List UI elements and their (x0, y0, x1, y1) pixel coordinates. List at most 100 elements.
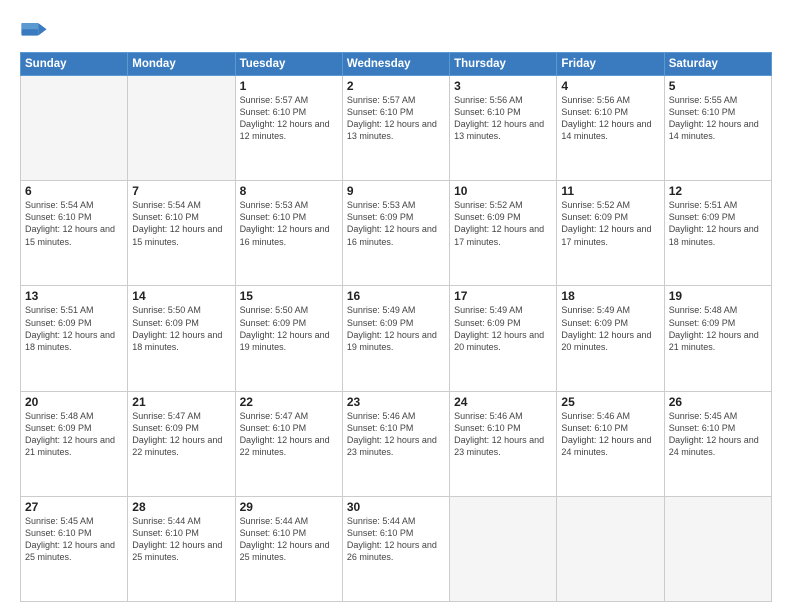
calendar-cell: 8Sunrise: 5:53 AM Sunset: 6:10 PM Daylig… (235, 181, 342, 286)
day-number: 16 (347, 289, 445, 303)
day-number: 2 (347, 79, 445, 93)
calendar-cell: 2Sunrise: 5:57 AM Sunset: 6:10 PM Daylig… (342, 76, 449, 181)
calendar-cell (664, 496, 771, 601)
logo (20, 16, 52, 44)
day-info: Sunrise: 5:47 AM Sunset: 6:10 PM Dayligh… (240, 410, 338, 459)
day-info: Sunrise: 5:54 AM Sunset: 6:10 PM Dayligh… (25, 199, 123, 248)
day-info: Sunrise: 5:54 AM Sunset: 6:10 PM Dayligh… (132, 199, 230, 248)
calendar-cell: 13Sunrise: 5:51 AM Sunset: 6:09 PM Dayli… (21, 286, 128, 391)
day-number: 18 (561, 289, 659, 303)
day-number: 11 (561, 184, 659, 198)
calendar-cell: 18Sunrise: 5:49 AM Sunset: 6:09 PM Dayli… (557, 286, 664, 391)
day-number: 19 (669, 289, 767, 303)
calendar-cell: 27Sunrise: 5:45 AM Sunset: 6:10 PM Dayli… (21, 496, 128, 601)
day-info: Sunrise: 5:48 AM Sunset: 6:09 PM Dayligh… (669, 304, 767, 353)
day-info: Sunrise: 5:44 AM Sunset: 6:10 PM Dayligh… (240, 515, 338, 564)
day-info: Sunrise: 5:44 AM Sunset: 6:10 PM Dayligh… (347, 515, 445, 564)
day-number: 17 (454, 289, 552, 303)
calendar-cell: 30Sunrise: 5:44 AM Sunset: 6:10 PM Dayli… (342, 496, 449, 601)
col-header-thursday: Thursday (450, 53, 557, 76)
calendar-cell: 11Sunrise: 5:52 AM Sunset: 6:09 PM Dayli… (557, 181, 664, 286)
page: SundayMondayTuesdayWednesdayThursdayFrid… (0, 0, 792, 612)
col-header-tuesday: Tuesday (235, 53, 342, 76)
day-number: 5 (669, 79, 767, 93)
calendar-cell (21, 76, 128, 181)
day-info: Sunrise: 5:52 AM Sunset: 6:09 PM Dayligh… (561, 199, 659, 248)
week-row-4: 27Sunrise: 5:45 AM Sunset: 6:10 PM Dayli… (21, 496, 772, 601)
calendar-cell: 23Sunrise: 5:46 AM Sunset: 6:10 PM Dayli… (342, 391, 449, 496)
calendar-cell (450, 496, 557, 601)
day-number: 28 (132, 500, 230, 514)
day-info: Sunrise: 5:53 AM Sunset: 6:09 PM Dayligh… (347, 199, 445, 248)
day-number: 25 (561, 395, 659, 409)
header (20, 16, 772, 44)
logo-icon (20, 16, 48, 44)
day-info: Sunrise: 5:50 AM Sunset: 6:09 PM Dayligh… (132, 304, 230, 353)
col-header-sunday: Sunday (21, 53, 128, 76)
calendar-cell: 1Sunrise: 5:57 AM Sunset: 6:10 PM Daylig… (235, 76, 342, 181)
day-number: 20 (25, 395, 123, 409)
calendar-cell: 15Sunrise: 5:50 AM Sunset: 6:09 PM Dayli… (235, 286, 342, 391)
calendar-cell: 28Sunrise: 5:44 AM Sunset: 6:10 PM Dayli… (128, 496, 235, 601)
calendar-cell: 19Sunrise: 5:48 AM Sunset: 6:09 PM Dayli… (664, 286, 771, 391)
calendar-cell: 12Sunrise: 5:51 AM Sunset: 6:09 PM Dayli… (664, 181, 771, 286)
calendar-cell: 25Sunrise: 5:46 AM Sunset: 6:10 PM Dayli… (557, 391, 664, 496)
calendar: SundayMondayTuesdayWednesdayThursdayFrid… (20, 52, 772, 602)
calendar-cell: 17Sunrise: 5:49 AM Sunset: 6:09 PM Dayli… (450, 286, 557, 391)
day-info: Sunrise: 5:49 AM Sunset: 6:09 PM Dayligh… (347, 304, 445, 353)
day-number: 26 (669, 395, 767, 409)
col-header-friday: Friday (557, 53, 664, 76)
day-number: 22 (240, 395, 338, 409)
calendar-cell: 6Sunrise: 5:54 AM Sunset: 6:10 PM Daylig… (21, 181, 128, 286)
day-number: 14 (132, 289, 230, 303)
calendar-cell: 14Sunrise: 5:50 AM Sunset: 6:09 PM Dayli… (128, 286, 235, 391)
calendar-cell: 21Sunrise: 5:47 AM Sunset: 6:09 PM Dayli… (128, 391, 235, 496)
day-number: 29 (240, 500, 338, 514)
day-info: Sunrise: 5:45 AM Sunset: 6:10 PM Dayligh… (669, 410, 767, 459)
day-number: 6 (25, 184, 123, 198)
col-header-saturday: Saturday (664, 53, 771, 76)
day-info: Sunrise: 5:44 AM Sunset: 6:10 PM Dayligh… (132, 515, 230, 564)
day-info: Sunrise: 5:50 AM Sunset: 6:09 PM Dayligh… (240, 304, 338, 353)
week-row-3: 20Sunrise: 5:48 AM Sunset: 6:09 PM Dayli… (21, 391, 772, 496)
day-info: Sunrise: 5:46 AM Sunset: 6:10 PM Dayligh… (347, 410, 445, 459)
calendar-cell: 22Sunrise: 5:47 AM Sunset: 6:10 PM Dayli… (235, 391, 342, 496)
calendar-cell: 3Sunrise: 5:56 AM Sunset: 6:10 PM Daylig… (450, 76, 557, 181)
day-info: Sunrise: 5:46 AM Sunset: 6:10 PM Dayligh… (454, 410, 552, 459)
day-number: 4 (561, 79, 659, 93)
day-number: 24 (454, 395, 552, 409)
day-info: Sunrise: 5:45 AM Sunset: 6:10 PM Dayligh… (25, 515, 123, 564)
col-header-monday: Monday (128, 53, 235, 76)
day-number: 10 (454, 184, 552, 198)
day-info: Sunrise: 5:49 AM Sunset: 6:09 PM Dayligh… (561, 304, 659, 353)
day-info: Sunrise: 5:55 AM Sunset: 6:10 PM Dayligh… (669, 94, 767, 143)
calendar-cell: 7Sunrise: 5:54 AM Sunset: 6:10 PM Daylig… (128, 181, 235, 286)
day-info: Sunrise: 5:56 AM Sunset: 6:10 PM Dayligh… (454, 94, 552, 143)
day-info: Sunrise: 5:48 AM Sunset: 6:09 PM Dayligh… (25, 410, 123, 459)
day-number: 15 (240, 289, 338, 303)
day-info: Sunrise: 5:49 AM Sunset: 6:09 PM Dayligh… (454, 304, 552, 353)
week-row-2: 13Sunrise: 5:51 AM Sunset: 6:09 PM Dayli… (21, 286, 772, 391)
calendar-cell: 9Sunrise: 5:53 AM Sunset: 6:09 PM Daylig… (342, 181, 449, 286)
week-row-1: 6Sunrise: 5:54 AM Sunset: 6:10 PM Daylig… (21, 181, 772, 286)
day-number: 1 (240, 79, 338, 93)
day-number: 8 (240, 184, 338, 198)
calendar-cell (128, 76, 235, 181)
day-info: Sunrise: 5:57 AM Sunset: 6:10 PM Dayligh… (240, 94, 338, 143)
calendar-cell: 29Sunrise: 5:44 AM Sunset: 6:10 PM Dayli… (235, 496, 342, 601)
calendar-cell: 20Sunrise: 5:48 AM Sunset: 6:09 PM Dayli… (21, 391, 128, 496)
week-row-0: 1Sunrise: 5:57 AM Sunset: 6:10 PM Daylig… (21, 76, 772, 181)
calendar-cell: 10Sunrise: 5:52 AM Sunset: 6:09 PM Dayli… (450, 181, 557, 286)
day-number: 12 (669, 184, 767, 198)
day-number: 27 (25, 500, 123, 514)
day-info: Sunrise: 5:57 AM Sunset: 6:10 PM Dayligh… (347, 94, 445, 143)
day-number: 9 (347, 184, 445, 198)
calendar-cell: 5Sunrise: 5:55 AM Sunset: 6:10 PM Daylig… (664, 76, 771, 181)
day-info: Sunrise: 5:52 AM Sunset: 6:09 PM Dayligh… (454, 199, 552, 248)
day-number: 3 (454, 79, 552, 93)
calendar-cell: 4Sunrise: 5:56 AM Sunset: 6:10 PM Daylig… (557, 76, 664, 181)
day-info: Sunrise: 5:51 AM Sunset: 6:09 PM Dayligh… (669, 199, 767, 248)
calendar-cell: 26Sunrise: 5:45 AM Sunset: 6:10 PM Dayli… (664, 391, 771, 496)
day-info: Sunrise: 5:46 AM Sunset: 6:10 PM Dayligh… (561, 410, 659, 459)
calendar-cell: 24Sunrise: 5:46 AM Sunset: 6:10 PM Dayli… (450, 391, 557, 496)
